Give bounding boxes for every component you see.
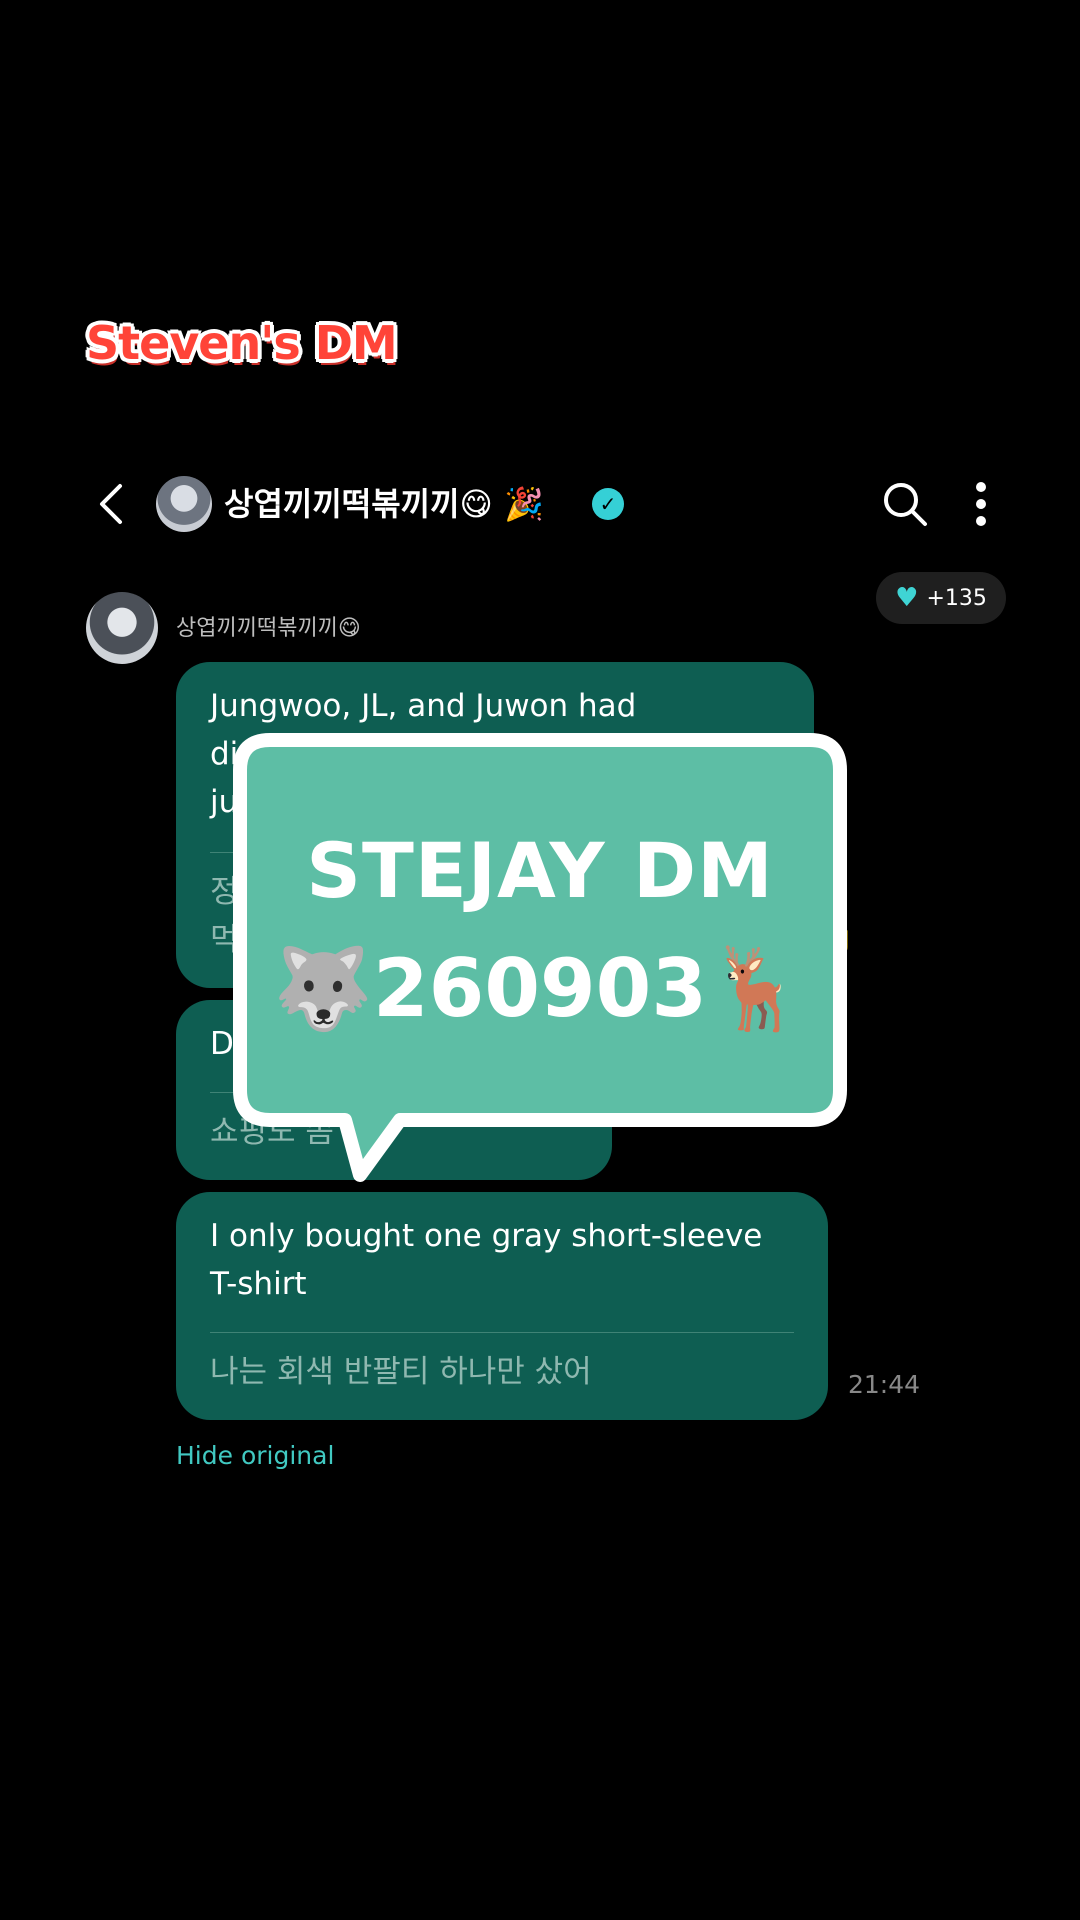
message-bubble[interactable]: I only bought one gray short-sleeve T-sh… [176,1192,828,1420]
overlay-title: STEJAY DM [306,826,774,915]
more-vertical-icon [976,482,986,526]
hide-original-link[interactable]: Hide original [176,1441,334,1470]
chat-title[interactable]: 상엽끼끼떡볶끼끼😋 🎉 [224,479,544,525]
sender-avatar[interactable] [86,592,158,664]
overlay-date: 🐺260903🦌 [273,942,807,1035]
divider [210,1332,794,1333]
like-count: +135 [926,585,987,611]
message-timestamp: 21:44 [848,1370,921,1399]
header-avatar[interactable] [156,476,212,532]
message-text: T-shirt [210,1266,307,1302]
brand-title: Steven's DM [86,316,398,370]
search-button[interactable] [882,481,928,527]
heart-icon: ♥ [895,583,919,613]
back-button[interactable] [92,482,132,526]
verified-badge-icon: ✓ [592,488,624,520]
message-text: Jungwoo, JL, and Juwon had [210,688,637,724]
message-text: I only bought one gray short-sleeve [210,1218,763,1254]
original-text: 나는 회색 반팔티 하나만 샀어 [210,1354,592,1390]
like-counter[interactable]: ♥ +135 [876,572,1006,624]
more-button[interactable] [972,481,990,527]
sender-name: 상엽끼끼떡볶끼끼😋 [176,616,361,641]
search-icon [884,483,927,526]
chevron-left-icon [100,484,122,524]
